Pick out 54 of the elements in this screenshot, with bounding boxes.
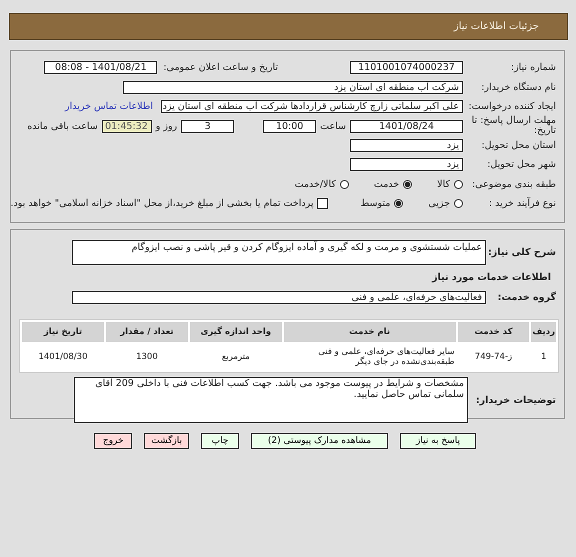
field-label: توضیحات خریدار: [476,394,556,406]
field-label: شماره نیاز: [510,62,556,74]
column-header: کد خدمت [458,322,530,342]
page-title: جزئیات اطلاعات نیاز [454,21,539,32]
text-field[interactable]: 10:00 [263,120,316,132]
timer-field: 01:45:32 [102,120,152,132]
field-label: گروه خدمت: [496,292,556,303]
radio-button[interactable] [454,199,463,208]
contact-link[interactable]: اطلاعات تماس خریدار [64,101,153,112]
text-field[interactable]: 3 [181,120,234,132]
text-area[interactable]: مشخصات و شرایط در پیوست موجود می باشد. جهت کسب اطلاعات فنی با داخلی 209 آقای سلمانی تماس حاصل نمایید. [74,377,468,423]
field-label: ساعت باقی مانده [27,120,98,132]
column-header: تعداد / مقدار [106,322,188,342]
field-label: نوع فرآیند خرید : [488,198,556,210]
option-label: خدمت [374,178,400,190]
text-field[interactable]: 1101001074000237 [350,61,463,74]
text-field[interactable]: 1401/08/21 - 08:08 [44,61,158,74]
radio-button[interactable] [340,180,349,189]
text-field[interactable]: 1401/08/24 [350,120,463,132]
field-label: طبقه بندی موضوعی: [470,178,556,190]
field-label: نام دستگاه خریدار: [480,82,556,93]
field-label: ساعت [320,120,346,132]
text-field[interactable]: یزد [350,158,463,172]
field-label: تاریخ و ساعت اعلان عمومی: [163,62,278,74]
checkbox[interactable] [317,198,328,210]
action-button[interactable]: بازگشت [144,433,189,449]
column-header: نام خدمت [284,322,456,342]
text-field[interactable]: عملیات شستشوی و مرمت و لکه گیری و آماده ایزوگام کردن و قیر پاشی و نصب ایزوگام [72,240,486,264]
radio-button[interactable] [403,180,412,189]
action-button[interactable]: پاسخ به نیاز [400,433,476,449]
column-header: واحد اندازه گیری [190,322,282,342]
checkbox-label: پرداخت تمام یا بخشی از مبلغ خرید،از محل "اسناد خزانه اسلامی" خواهد بود. [10,198,314,210]
field-label: مهلت ارسال پاسخ: تا تاریخ: [470,116,556,136]
option-label: کالا/خدمت [294,178,336,190]
radio-button[interactable] [454,180,463,189]
option-label: جزیی [428,198,450,210]
column-header: ردیف [531,322,556,342]
option-label: متوسط [360,198,390,210]
field-label: روز و [156,120,178,132]
option-label: کالا [437,178,450,190]
text-field[interactable]: فعالیت‌های حرفه‌ای، علمی و فنی [72,290,486,304]
text-field[interactable]: شرکت آب منطقه ای استان یزد [123,80,463,94]
column-header: تاریخ نیاز [22,322,104,342]
text-field[interactable]: یزد [350,138,463,152]
field-label: شهر محل تحویل: [486,159,556,170]
radio-button[interactable] [394,199,404,208]
field-label: استان محل تحویل: [480,140,556,151]
text-field[interactable]: علی اکبر سلماتی زارچ کارشناس قراردادها شرکت آب منطقه ای استان یزد [161,100,463,114]
field-label: شرح کلی نیاز: [486,246,556,258]
field-label: ایجاد کننده درخواست: [467,101,556,112]
section-title: اطلاعات خدمات مورد نیاز [432,272,551,284]
action-button[interactable]: خروج [94,433,132,449]
action-button[interactable]: مشاهده مدارک پیوستی (2) [251,433,388,449]
action-button[interactable]: چاپ [201,433,239,449]
